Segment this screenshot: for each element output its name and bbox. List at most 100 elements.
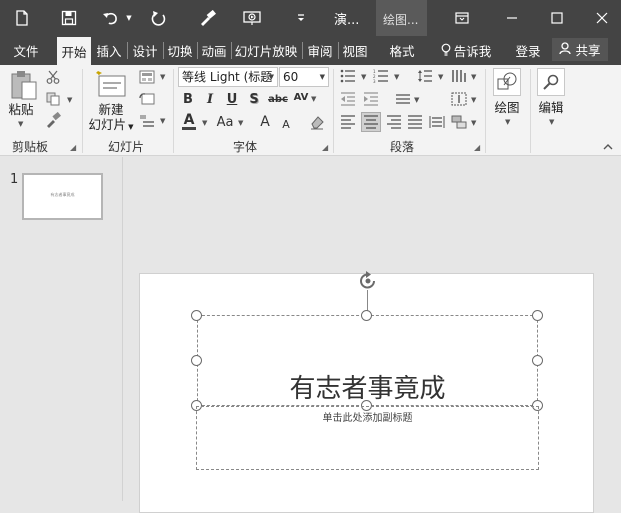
clipboard-launcher-icon[interactable]: ◢ xyxy=(70,143,76,152)
grow-font-button[interactable]: A xyxy=(258,113,272,131)
smartart-dropdown-icon[interactable]: ▼ xyxy=(471,119,476,127)
tab-animations[interactable]: 动画 xyxy=(199,36,229,65)
font-group-label: 字体 xyxy=(233,140,258,154)
paste-label[interactable]: 粘贴 xyxy=(6,102,36,117)
font-color-button[interactable]: A xyxy=(181,113,197,131)
tell-me-label: 告诉我 xyxy=(453,44,492,59)
share-button[interactable]: 共享 xyxy=(552,38,608,61)
tab-file[interactable]: 文件 xyxy=(6,36,46,65)
undo-icon[interactable] xyxy=(99,0,123,36)
section-icon[interactable] xyxy=(138,113,156,129)
line-spacing-icon[interactable] xyxy=(416,68,434,84)
tab-review[interactable]: 审阅 xyxy=(304,36,336,65)
resize-handle[interactable] xyxy=(191,355,202,366)
strikethrough-button[interactable]: abc xyxy=(268,90,288,108)
font-color-dropdown-icon[interactable]: ▼ xyxy=(202,119,207,127)
line-spacing-dropdown-icon[interactable]: ▼ xyxy=(438,73,443,81)
drawing-dropdown-icon[interactable]: ▼ xyxy=(505,118,510,126)
tab-design[interactable]: 设计 xyxy=(129,36,161,65)
collapse-ribbon-icon[interactable] xyxy=(602,141,614,151)
change-case-dropdown-icon[interactable]: ▼ xyxy=(238,119,243,127)
tab-divider xyxy=(197,42,198,59)
slide-thumbnail[interactable]: 有志者事竟成 xyxy=(22,173,103,220)
smartart-icon[interactable] xyxy=(450,113,468,131)
copy-dropdown-icon[interactable]: ▼ xyxy=(67,96,72,104)
save-icon[interactable] xyxy=(57,0,81,36)
section-dropdown-icon[interactable]: ▼ xyxy=(160,117,165,125)
rotation-handle-icon[interactable] xyxy=(357,270,379,292)
character-spacing-button[interactable]: AV xyxy=(292,88,310,106)
tab-transitions[interactable]: 切换 xyxy=(165,36,195,65)
tab-format[interactable]: 格式 xyxy=(380,36,424,65)
new-slide-label[interactable]: 新建 幻灯片 ▼ xyxy=(85,102,137,135)
columns-dropdown-icon[interactable]: ▼ xyxy=(471,73,476,81)
bullets-dropdown-icon[interactable]: ▼ xyxy=(361,73,366,81)
bold-button[interactable]: B xyxy=(181,90,195,108)
login-link[interactable]: 登录 xyxy=(510,36,546,65)
font-launcher-icon[interactable]: ◢ xyxy=(322,143,328,152)
align-center-icon[interactable] xyxy=(361,112,381,132)
maximize-icon[interactable] xyxy=(542,0,572,36)
customize-toolbar-icon[interactable] xyxy=(294,0,308,36)
drawing-label[interactable]: 绘图 xyxy=(492,100,522,115)
underline-button[interactable]: U xyxy=(225,90,239,108)
drawing-icon[interactable] xyxy=(493,68,521,96)
layout-icon[interactable] xyxy=(138,69,156,85)
editing-dropdown-icon[interactable]: ▼ xyxy=(549,118,554,126)
resize-handle[interactable] xyxy=(191,310,202,321)
cut-icon[interactable] xyxy=(44,69,62,85)
ribbon-display-icon[interactable] xyxy=(450,0,474,36)
tab-home[interactable]: 开始 xyxy=(57,37,91,65)
bullets-icon[interactable] xyxy=(339,68,357,84)
tab-insert[interactable]: 插入 xyxy=(93,36,125,65)
format-painter-icon[interactable] xyxy=(44,111,62,129)
font-size-combo[interactable]: 60 ▼ xyxy=(279,67,329,87)
subtitle-placeholder[interactable]: 单击此处添加副标题 xyxy=(197,409,538,424)
tab-view[interactable]: 视图 xyxy=(340,36,370,65)
new-slide-icon[interactable] xyxy=(94,69,128,101)
resize-handle[interactable] xyxy=(532,355,543,366)
text-direction-dropdown-icon[interactable]: ▼ xyxy=(471,96,476,104)
resize-handle[interactable] xyxy=(532,310,543,321)
justify-icon[interactable] xyxy=(406,113,424,131)
clear-formatting-icon[interactable] xyxy=(308,113,326,131)
align-left-icon[interactable] xyxy=(339,113,357,131)
font-name-combo[interactable]: 等线 Light (标题 ▼ xyxy=(178,67,278,87)
tell-me-search[interactable]: 告诉我 xyxy=(437,36,495,65)
decrease-indent-icon[interactable] xyxy=(339,91,357,107)
character-spacing-dropdown-icon[interactable]: ▼ xyxy=(311,95,316,103)
paste-dropdown-icon[interactable]: ▼ xyxy=(18,120,23,128)
group-divider xyxy=(530,69,531,153)
text-direction-icon[interactable] xyxy=(450,91,468,107)
paragraph-launcher-icon[interactable]: ◢ xyxy=(474,143,480,152)
columns-icon[interactable] xyxy=(450,68,468,84)
increase-indent-icon[interactable] xyxy=(362,91,380,107)
slideshow-icon[interactable] xyxy=(240,0,264,36)
italic-button[interactable]: I xyxy=(203,90,217,108)
editing-label[interactable]: 编辑 xyxy=(536,100,566,115)
tab-slideshow[interactable]: 幻灯片放映 xyxy=(233,36,299,65)
resize-handle[interactable] xyxy=(361,310,372,321)
shrink-font-button[interactable]: A xyxy=(280,115,292,133)
shadow-button[interactable]: S xyxy=(247,90,261,108)
reset-slide-icon[interactable] xyxy=(138,91,156,107)
convert-list-dropdown-icon[interactable]: ▼ xyxy=(414,96,419,104)
undo-dropdown-icon[interactable]: ▼ xyxy=(124,0,134,36)
change-case-button[interactable]: Aa xyxy=(214,113,236,131)
format-painter-icon[interactable] xyxy=(195,0,219,36)
close-icon[interactable] xyxy=(587,0,617,36)
paste-icon[interactable] xyxy=(8,69,40,103)
distributed-icon[interactable] xyxy=(428,113,446,131)
redo-icon[interactable] xyxy=(147,0,171,36)
numbering-icon[interactable]: 123 xyxy=(372,68,390,84)
layout-dropdown-icon[interactable]: ▼ xyxy=(160,73,165,81)
group-divider xyxy=(485,69,486,153)
convert-list-icon[interactable] xyxy=(394,91,412,107)
tab-divider xyxy=(127,42,128,59)
copy-icon[interactable] xyxy=(44,91,62,107)
find-icon[interactable] xyxy=(537,68,565,96)
numbering-dropdown-icon[interactable]: ▼ xyxy=(394,73,399,81)
minimize-icon[interactable] xyxy=(497,0,527,36)
align-right-icon[interactable] xyxy=(385,113,403,131)
new-file-icon[interactable] xyxy=(10,0,34,36)
